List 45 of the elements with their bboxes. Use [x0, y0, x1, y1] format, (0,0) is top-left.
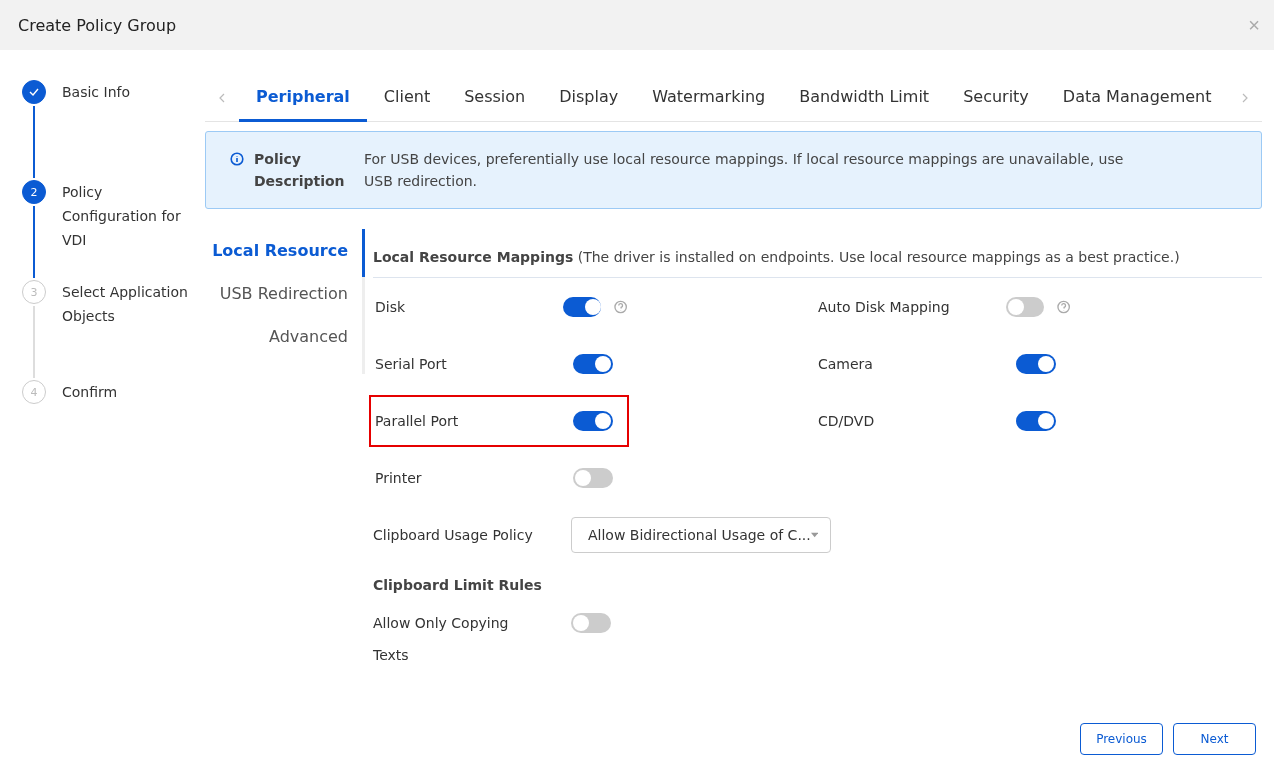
side-tab[interactable]: Local Resource	[212, 241, 362, 260]
setting-label: Printer	[375, 469, 423, 486]
step-label: Confirm	[62, 383, 119, 402]
setting-label: CD/DVD	[818, 412, 876, 429]
toggle-switch[interactable]	[573, 467, 613, 488]
tab[interactable]: Display	[542, 73, 636, 122]
setting-label: Serial Port	[375, 355, 448, 372]
info-text: For USB devices, preferentially use local resource mappings. If local resource mappings are unavailable, use USB redirection.	[364, 150, 1125, 191]
setting-label: Camera	[818, 355, 874, 372]
tab[interactable]: Data Management	[1045, 73, 1228, 122]
toggle-switch[interactable]	[573, 353, 613, 374]
tab[interactable]: Bandwidth Limit	[782, 73, 947, 122]
tab[interactable]: Watermarking	[635, 73, 783, 122]
step-label: Basic Info	[62, 83, 131, 102]
tab[interactable]: Client	[366, 73, 448, 122]
setting-label: Clipboard Usage Policy	[373, 526, 534, 543]
tab[interactable]: Session	[447, 73, 543, 122]
dialog-title: Create Policy Group	[18, 15, 177, 35]
toggle-switch[interactable]	[571, 613, 611, 633]
step-number: 2	[22, 180, 46, 204]
tab[interactable]: Peripheral	[239, 73, 367, 122]
step-label: Select Application Objects	[62, 283, 189, 326]
step-number: 3	[22, 280, 46, 304]
side-tab[interactable]: USB Redirection	[219, 284, 362, 303]
subsection-heading: Clipboard Limit Rules	[373, 577, 543, 593]
dropdown[interactable]: Allow Bidirectional Usage of C...	[571, 516, 831, 553]
toggle-switch[interactable]	[573, 410, 613, 431]
step-number: 4	[22, 380, 46, 404]
toggle-switch[interactable]	[1005, 296, 1044, 317]
side-tab[interactable]: Advanced	[268, 327, 362, 346]
section-heading: Local Resource Mappings (The driver is installed on endpoints. Use local resource mappings as a best practice.)	[373, 229, 1262, 278]
setting-label: Auto Disk Mapping	[818, 298, 951, 315]
footer-button[interactable]: Previous	[1080, 723, 1163, 755]
setting-label: Disk	[375, 298, 407, 315]
toggle-switch[interactable]	[562, 296, 601, 317]
info-label: Policy Description	[254, 150, 346, 191]
toggle-switch[interactable]	[1016, 410, 1056, 431]
setting-label: Allow Only Copying Texts	[373, 614, 510, 665]
toggle-switch[interactable]	[1016, 353, 1056, 374]
setting-label: Parallel Port	[375, 412, 460, 429]
info-icon	[230, 152, 244, 166]
footer-button[interactable]: Next	[1173, 723, 1256, 755]
tab[interactable]: Security	[946, 73, 1046, 122]
caret-icon	[810, 531, 818, 538]
step-label: Policy Configuration for VDI	[62, 183, 182, 250]
